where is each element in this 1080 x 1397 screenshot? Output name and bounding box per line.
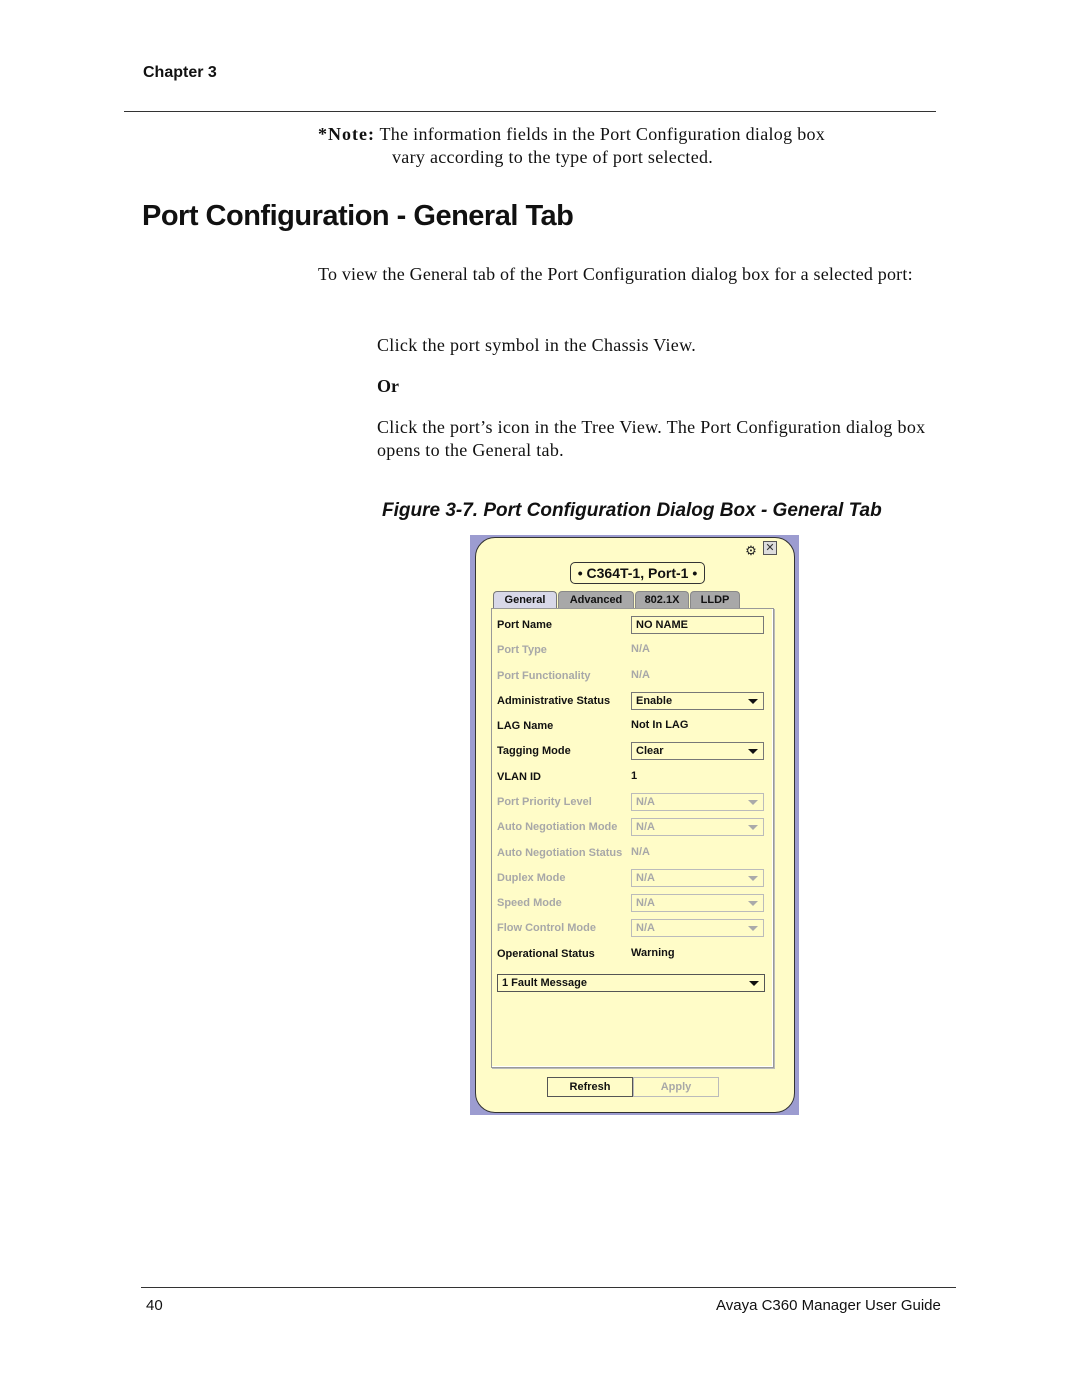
field-label: Tagging Mode — [497, 745, 571, 757]
field-label: Operational Status — [497, 948, 595, 960]
general-tab-panel: Port Name NO NAME Port Type N/A Port Fun… — [491, 608, 774, 1068]
port-configuration-dialog: ⚙ ✕ • C364T-1, Port-1 • General Advanced… — [470, 535, 799, 1115]
tagging-mode-select[interactable]: Clear — [631, 742, 764, 760]
header-divider — [124, 111, 936, 112]
field-duplex-mode: Duplex Mode N/A — [497, 869, 767, 887]
field-value: N/A — [631, 643, 650, 655]
field-value: N/A — [631, 669, 650, 681]
field-auto-negotiation-status: Auto Negotiation Status N/A — [497, 844, 767, 862]
auto-negotiation-mode-select[interactable]: N/A — [631, 818, 764, 836]
field-auto-negotiation-mode: Auto Negotiation Mode N/A — [497, 818, 767, 836]
section-title: Port Configuration - General Tab — [142, 200, 574, 232]
field-speed-mode: Speed Mode N/A — [497, 894, 767, 912]
note-label: *Note: — [318, 124, 375, 144]
field-port-type: Port Type N/A — [497, 641, 767, 659]
field-label: Port Type — [497, 644, 547, 656]
or-label: Or — [377, 376, 399, 396]
field-value: 1 — [631, 770, 638, 782]
guide-title: Avaya C360 Manager User Guide — [716, 1297, 941, 1314]
dialog-body: ⚙ ✕ • C364T-1, Port-1 • General Advanced… — [475, 537, 795, 1113]
tab-802-1x[interactable]: 802.1X — [635, 591, 689, 608]
note: *Note: The information fields in the Por… — [318, 123, 938, 169]
note-line2: vary according to the type of port selec… — [392, 147, 714, 167]
field-label: Speed Mode — [497, 897, 562, 909]
field-label: VLAN ID — [497, 771, 541, 783]
field-flow-control-mode: Flow Control Mode N/A — [497, 919, 767, 937]
field-port-functionality: Port Functionality N/A — [497, 667, 767, 685]
field-port-priority-level: Port Priority Level N/A — [497, 793, 767, 811]
chapter-header: Chapter 3 — [143, 64, 217, 81]
step-tree-view: Click the port’s icon in the Tree View. … — [377, 417, 926, 460]
field-label: Administrative Status — [497, 695, 611, 707]
step-chassis-view: Click the port symbol in the Chassis Vie… — [377, 335, 697, 355]
chevron-down-icon — [748, 800, 758, 805]
chevron-down-icon — [748, 901, 758, 906]
chevron-down-icon — [748, 876, 758, 881]
chevron-down-icon — [749, 981, 759, 986]
footer-divider — [141, 1287, 956, 1288]
duplex-mode-select[interactable]: N/A — [631, 869, 764, 887]
field-value: Not In LAG — [631, 719, 689, 731]
tab-bar: General Advanced 802.1X LLDP — [493, 591, 741, 609]
tab-advanced[interactable]: Advanced — [558, 591, 634, 608]
figure-caption: Figure 3-7. Port Configuration Dialog Bo… — [382, 500, 882, 521]
chevron-down-icon — [748, 926, 758, 931]
field-label: LAG Name — [497, 720, 554, 732]
port-name-input[interactable]: NO NAME — [631, 616, 764, 634]
apply-button[interactable]: Apply — [633, 1077, 719, 1097]
tab-lldp[interactable]: LLDP — [690, 591, 740, 608]
intro-paragraph: To view the General tab of the Port Conf… — [318, 264, 913, 284]
dialog-title: • C364T-1, Port-1 • — [570, 562, 705, 584]
field-value: Warning — [631, 947, 675, 959]
flow-control-mode-select[interactable]: N/A — [631, 919, 764, 937]
administrative-status-select[interactable]: Enable — [631, 692, 764, 710]
field-label: Port Name — [497, 619, 553, 631]
close-icon[interactable]: ✕ — [763, 541, 777, 555]
field-administrative-status: Administrative Status Enable — [497, 692, 767, 710]
note-line1: The information fields in the Port Confi… — [379, 124, 826, 144]
refresh-button[interactable]: Refresh — [547, 1077, 633, 1097]
speed-mode-select[interactable]: N/A — [631, 894, 764, 912]
chevron-down-icon — [748, 699, 758, 704]
field-vlan-id: VLAN ID 1 — [497, 768, 767, 786]
port-priority-level-select[interactable]: N/A — [631, 793, 764, 811]
chevron-down-icon — [748, 749, 758, 754]
field-label: Flow Control Mode — [497, 922, 596, 934]
fault-message-select[interactable]: 1 Fault Message — [497, 974, 765, 992]
field-value: N/A — [631, 846, 650, 858]
chevron-down-icon — [748, 825, 758, 830]
field-label: Auto Negotiation Status — [497, 847, 623, 859]
tab-general[interactable]: General — [493, 591, 557, 608]
field-tagging-mode: Tagging Mode Clear — [497, 742, 767, 760]
field-lag-name: LAG Name Not In LAG — [497, 717, 767, 735]
field-label: Auto Negotiation Mode — [497, 821, 618, 833]
page-number: 40 — [146, 1297, 163, 1314]
field-label: Port Priority Level — [497, 796, 592, 808]
field-port-name: Port Name NO NAME — [497, 616, 767, 634]
field-label: Duplex Mode — [497, 872, 566, 884]
field-label: Port Functionality — [497, 670, 591, 682]
help-icon[interactable]: ⚙ — [744, 544, 758, 558]
field-operational-status: Operational Status Warning — [497, 945, 767, 963]
